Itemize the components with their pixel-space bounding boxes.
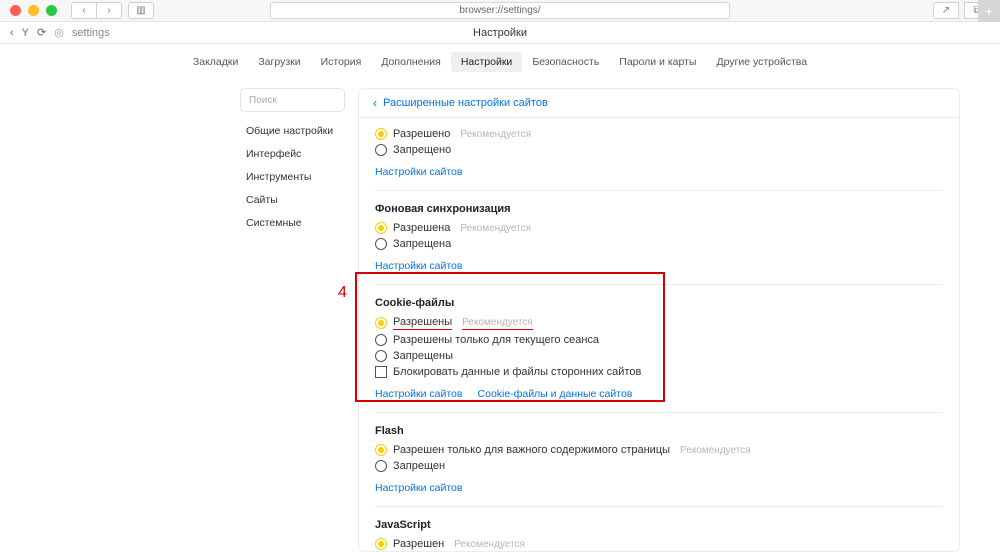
sidebar-toggle-button[interactable]: ▥ [128,2,154,19]
site-settings-link[interactable]: Настройки сайтов [375,260,462,272]
radio-icon [375,460,387,472]
sidebar-item-tools[interactable]: Инструменты [240,168,345,186]
panel-header[interactable]: ‹ Расширенные настройки сайтов [359,89,959,118]
chevron-left-icon: ‹ [373,96,377,110]
radio-checked-icon [375,222,387,234]
option-label: Запрещены [393,350,453,362]
tab-passwords[interactable]: Пароли и карты [609,52,706,72]
section-images: Разрешено Рекомендуется Запрещено Настро… [375,118,943,190]
section-cookies: Cookie-файлы Разрешены Рекомендуется Раз… [375,284,943,412]
traffic-lights [10,5,57,16]
settings-main-panel: ‹ Расширенные настройки сайтов Разрешено… [358,88,960,552]
option-label: Запрещен [393,460,445,472]
window-titlebar: ‹ › ▥ browser://settings/ ↗ ⧉ + [0,0,1000,22]
sidebar-item-sites[interactable]: Сайты [240,191,345,209]
sidebar-item-system[interactable]: Системные [240,214,345,232]
cookies-allowed-option[interactable]: Разрешены Рекомендуется [375,316,943,330]
option-label: Разрешены [393,316,452,330]
recommended-badge: Рекомендуется [680,445,751,456]
recommended-badge: Рекомендуется [454,539,525,550]
recommended-badge: Рекомендуется [462,317,533,330]
sidebar-item-general[interactable]: Общие настройки [240,122,345,140]
url-bar[interactable]: browser://settings/ [270,2,730,19]
section-flash: Flash Разрешен только для важного содерж… [375,412,943,506]
minimize-icon[interactable] [28,5,39,16]
close-icon[interactable] [10,5,21,16]
radio-icon [375,144,387,156]
tab-devices[interactable]: Другие устройства [706,52,817,72]
site-settings-link[interactable]: Настройки сайтов [375,388,462,400]
tab-bookmarks[interactable]: Закладки [183,52,248,72]
tab-security[interactable]: Безопасность [522,52,609,72]
images-allowed-option[interactable]: Разрешено Рекомендуется [375,128,943,140]
flash-denied-option[interactable]: Запрещен [375,460,943,472]
tab-label: settings [72,27,110,39]
js-allowed-option[interactable]: Разрешен Рекомендуется [375,538,943,550]
bgsync-denied-option[interactable]: Запрещена [375,238,943,250]
recommended-badge: Рекомендуется [460,129,531,140]
back-button[interactable]: ‹ [71,2,97,19]
option-label: Разрешена [393,222,450,234]
section-title: Cookie-файлы [375,297,943,309]
option-label: Блокировать данные и файлы сторонних сай… [393,366,641,378]
flash-allowed-option[interactable]: Разрешен только для важного содержимого … [375,444,943,456]
cookies-session-option[interactable]: Разрешены только для текущего сеанса [375,334,943,346]
section-title: JavaScript [375,519,943,531]
recommended-badge: Рекомендуется [460,223,531,234]
option-label: Разрешен [393,538,444,550]
site-settings-link[interactable]: Настройки сайтов [375,166,462,178]
share-button[interactable]: ↗ [933,2,959,19]
nav-button-group: ‹ › [71,2,122,19]
panel-title: Расширенные настройки сайтов [383,97,548,109]
option-label: Запрещена [393,238,451,250]
radio-checked-icon [375,128,387,140]
gear-icon: ◎ [54,26,64,39]
new-tab-button[interactable]: + [978,0,1000,22]
radio-icon [375,350,387,362]
settings-tabs: Закладки Загрузки История Дополнения Нас… [0,44,1000,74]
checkbox-icon [375,366,387,378]
cookie-data-link[interactable]: Cookie-файлы и данные сайтов [478,388,633,400]
tab-history[interactable]: История [311,52,372,72]
site-settings-link[interactable]: Настройки сайтов [375,482,462,494]
radio-checked-icon [375,444,387,456]
option-label: Запрещено [393,144,451,156]
page-title: Настройки [473,27,527,39]
section-title: Фоновая синхронизация [375,203,943,215]
settings-sidebar: Поиск Общие настройки Интерфейс Инструме… [240,88,345,232]
annotation-number: 4 [338,284,347,302]
radio-icon [375,334,387,346]
sidebar-item-interface[interactable]: Интерфейс [240,145,345,163]
section-javascript: JavaScript Разрешен Рекомендуется Запрещ… [375,506,943,552]
option-label: Разрешено [393,128,450,140]
panel-scroll: Разрешено Рекомендуется Запрещено Настро… [359,118,959,552]
radio-checked-icon [375,317,387,329]
option-label: Разрешены только для текущего сеанса [393,334,599,346]
inner-back-button[interactable]: ‹ [10,27,14,39]
tab-settings[interactable]: Настройки [451,52,523,72]
forward-button[interactable]: › [96,2,122,19]
search-input[interactable]: Поиск [240,88,345,112]
maximize-icon[interactable] [46,5,57,16]
cookies-block3p-option[interactable]: Блокировать данные и файлы сторонних сай… [375,366,943,378]
tab-downloads[interactable]: Загрузки [248,52,310,72]
cookies-denied-option[interactable]: Запрещены [375,350,943,362]
radio-checked-icon [375,538,387,550]
tab-addons[interactable]: Дополнения [371,52,450,72]
section-bgsync: Фоновая синхронизация Разрешена Рекоменд… [375,190,943,284]
reload-button[interactable]: ⟳ [37,26,46,39]
images-denied-option[interactable]: Запрещено [375,144,943,156]
bgsync-allowed-option[interactable]: Разрешена Рекомендуется [375,222,943,234]
radio-icon [375,238,387,250]
yandex-icon[interactable]: Y [22,27,29,39]
inner-tab-bar: ‹ Y ⟳ ◎ settings Настройки [0,22,1000,44]
section-title: Flash [375,425,943,437]
option-label: Разрешен только для важного содержимого … [393,444,670,456]
